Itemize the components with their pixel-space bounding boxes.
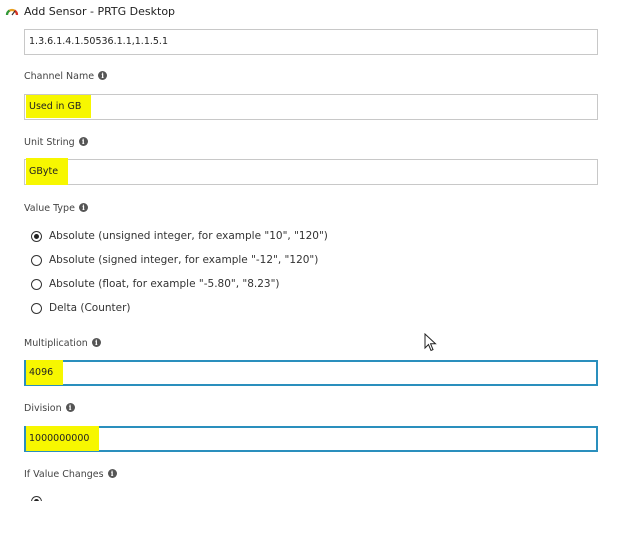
oid-input[interactable]: 1.3.6.1.4.1.50536.1.1,1.1.5.1: [24, 29, 598, 55]
division-input[interactable]: 1000000000: [24, 426, 598, 452]
radio-button[interactable]: [31, 255, 42, 266]
info-icon[interactable]: i: [78, 137, 88, 146]
channel-name-input[interactable]: Used in GB: [24, 94, 598, 120]
radio-button[interactable]: [31, 303, 42, 314]
multiplication-value: 4096: [26, 360, 64, 385]
division-value: 1000000000: [26, 426, 100, 451]
unit-string-value: GByte: [26, 158, 69, 185]
radio-button[interactable]: [31, 279, 42, 290]
channel-name-label: Channel Name i: [24, 71, 108, 82]
prtg-gauge-icon: [5, 8, 19, 16]
radio-button[interactable]: [31, 231, 42, 242]
division-label: Division i: [24, 403, 75, 414]
if-value-changes-label: If Value Changes i: [24, 469, 117, 480]
mouse-cursor-icon: [424, 333, 437, 352]
title-bar: Add Sensor - PRTG Desktop: [0, 0, 640, 24]
radio-button[interactable]: [31, 496, 42, 501]
if-value-changes-radio-clipped[interactable]: [31, 496, 43, 501]
oid-value: 1.3.6.1.4.1.50536.1.1,1.1.5.1: [29, 36, 168, 47]
info-icon[interactable]: i: [98, 71, 108, 80]
multiplication-input[interactable]: 4096: [24, 360, 598, 386]
info-icon[interactable]: i: [65, 403, 75, 412]
info-icon[interactable]: i: [78, 203, 88, 212]
unit-string-label: Unit String i: [24, 137, 88, 148]
multiplication-label: Multiplication i: [24, 338, 101, 349]
channel-name-value: Used in GB: [26, 95, 92, 118]
unit-string-input[interactable]: GByte: [24, 158, 598, 185]
info-icon[interactable]: i: [107, 469, 117, 478]
value-type-label: Value Type i: [24, 203, 88, 214]
info-icon[interactable]: i: [91, 338, 101, 347]
window-title: Add Sensor - PRTG Desktop: [24, 5, 176, 18]
